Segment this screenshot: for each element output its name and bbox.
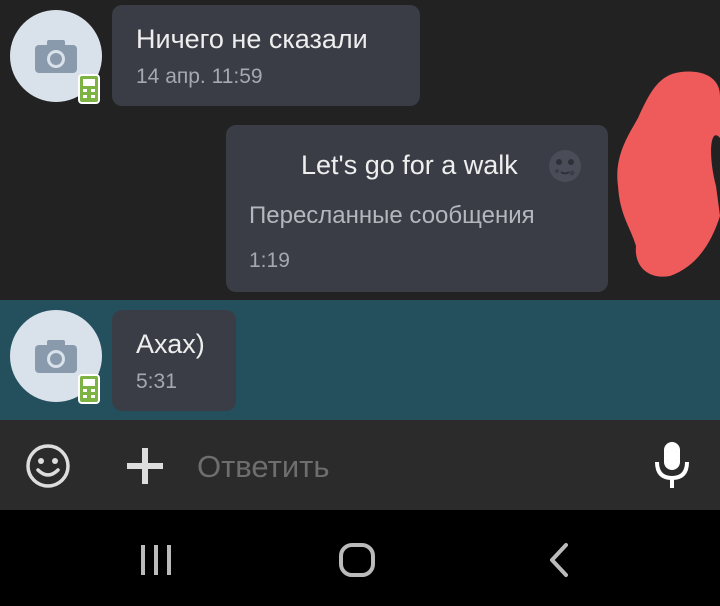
- red-scribble: [617, 71, 720, 277]
- recent-apps-icon[interactable]: [138, 543, 174, 577]
- message-bubble[interactable]: Ничего не сказали 14 апр. 11:59: [112, 5, 420, 106]
- highlighted-message-row: [0, 300, 720, 420]
- message-time: 5:31: [136, 370, 177, 393]
- emoji-icon[interactable]: [24, 442, 72, 490]
- mobile-phone-icon: [78, 374, 100, 404]
- microphone-icon[interactable]: [652, 440, 692, 490]
- message-bubble-outgoing[interactable]: Let's go for a walk Пересланные сообщени…: [226, 125, 608, 292]
- message-text: Ахах): [136, 329, 205, 359]
- composer-bar: Ответить: [0, 420, 720, 510]
- mobile-phone-icon: [78, 74, 100, 104]
- sender-avatar[interactable]: [10, 310, 102, 404]
- reply-input[interactable]: Ответить: [197, 449, 330, 485]
- message-bubble[interactable]: Ахах) 5:31: [112, 310, 236, 411]
- sender-avatar[interactable]: [10, 10, 102, 104]
- chat-screen: Ничего не сказали 14 апр. 11:59 Let's go…: [0, 0, 720, 606]
- system-navigation-bar: [0, 510, 720, 606]
- forwarded-messages-label[interactable]: Пересланные сообщения: [249, 202, 535, 230]
- message-time: 1:19: [249, 249, 290, 272]
- message-text: Ничего не сказали: [136, 24, 368, 54]
- new-moon-face-emoji: [549, 150, 581, 182]
- back-icon[interactable]: [544, 542, 574, 578]
- message-time: 14 апр. 11:59: [136, 65, 263, 88]
- message-list[interactable]: Ничего не сказали 14 апр. 11:59 Let's go…: [0, 0, 720, 420]
- message-text: Let's go for a walk: [301, 150, 518, 180]
- plus-icon[interactable]: [124, 445, 166, 487]
- home-icon[interactable]: [338, 542, 376, 578]
